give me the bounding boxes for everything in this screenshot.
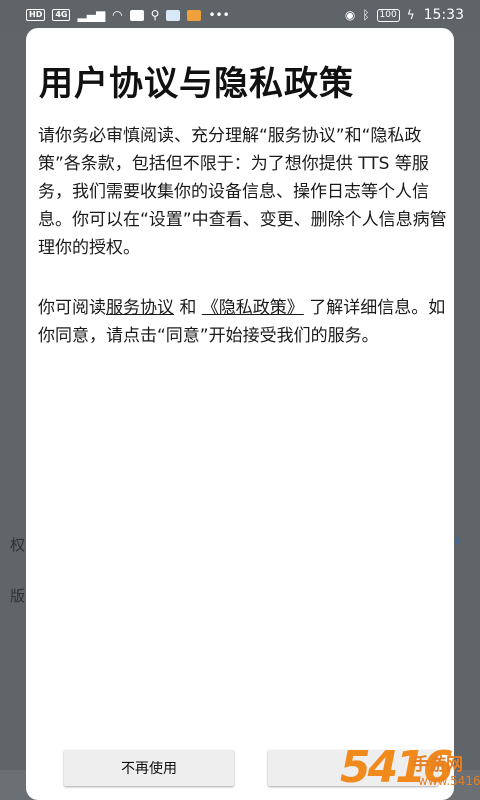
more-notifications-icon: •••	[208, 8, 230, 22]
site-watermark: 5416 手游网 www.5416.cn	[340, 740, 480, 796]
status-bar-right: ◉ ᛒ 100 ϟ 15:33	[345, 7, 464, 23]
dialog-title: 用户协议与隐私政策	[39, 64, 354, 104]
privacy-dialog: 用户协议与隐私政策 请你务必审慎阅读、充分理解“服务协议”和“隐私政策”各条款，…	[26, 28, 454, 800]
agreement-paragraph: 请你务必审慎阅读、充分理解“服务协议”和“隐私政策”各条款，包括但不限于：为了想…	[38, 126, 447, 258]
signal-icon: ▂▄▆	[77, 8, 106, 22]
network-type-indicator: 4G	[52, 9, 71, 21]
watermark-domain: www.5416.cn	[418, 774, 480, 788]
shield-icon	[166, 9, 181, 21]
watermark-site-name: 手游网	[412, 755, 463, 775]
decline-button[interactable]: 不再使用	[64, 750, 234, 786]
service-agreement-link[interactable]: 服务协议	[106, 298, 174, 318]
clock: 15:33	[423, 7, 464, 23]
charging-icon: ϟ	[406, 8, 415, 22]
app-notification-icon	[129, 9, 144, 21]
background-label: 权	[10, 536, 26, 554]
wifi-icon: ◠	[112, 8, 123, 22]
usb-icon: ⚲	[150, 8, 160, 22]
battery-icon: 100	[376, 8, 400, 22]
read-more-prefix: 你可阅读	[38, 298, 106, 318]
hd-indicator: HD	[26, 9, 46, 21]
read-more-paragraph: 你可阅读服务协议 和 《隐私政策》 了解详细信息。如你同意，请点击“同意”开始接…	[38, 294, 448, 350]
privacy-policy-link[interactable]: 《隐私政策》	[202, 298, 304, 318]
app-notification-icon-2	[187, 9, 202, 21]
read-more-and: 和	[174, 298, 202, 318]
background-label: 版	[10, 587, 26, 605]
chevron-right-icon: ›	[454, 530, 462, 551]
status-bar-left: HD 4G ▂▄▆ ◠ ⚲ •••	[26, 9, 230, 21]
bluetooth-icon: ᛒ	[362, 8, 370, 22]
eye-icon: ◉	[344, 8, 356, 22]
status-bar: HD 4G ▂▄▆ ◠ ⚲ ••• ◉ ᛒ 100 ϟ 15:33	[0, 0, 480, 30]
